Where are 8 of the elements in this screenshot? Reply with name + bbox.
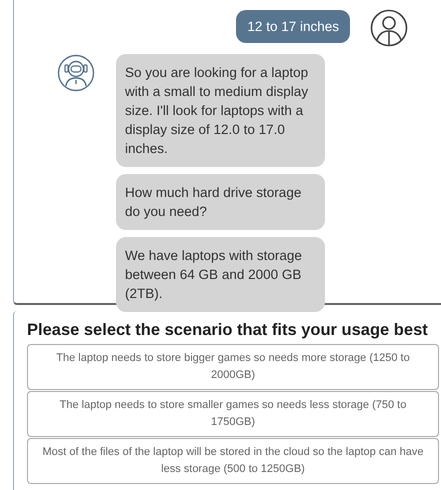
scenario-option[interactable]: The laptop needs to store bigger games so needs more storage (1250 to 2000GB) xyxy=(27,344,439,390)
bot-message: We have laptops with storage between 64 GB and 2000 GB (2TB). xyxy=(116,237,325,312)
user-message: 12 to 17 inches xyxy=(236,10,350,43)
prompt-title: Please select the scenario that fits your usage best xyxy=(27,321,429,340)
scenario-option[interactable]: Most of the files of the laptop will be stored in the cloud so the laptop can have less storage (500 to 1250GB) xyxy=(27,438,439,484)
bot-message: How much hard drive storage do you need? xyxy=(116,174,325,230)
scenario-option[interactable]: The laptop needs to store smaller games so needs less storage (750 to 1750GB) xyxy=(27,391,439,437)
bot-message: So you are looking for a laptop with a small to medium display size. I'll look for laptops with a display size of 12.0 to 17.0 inches. xyxy=(116,54,325,167)
